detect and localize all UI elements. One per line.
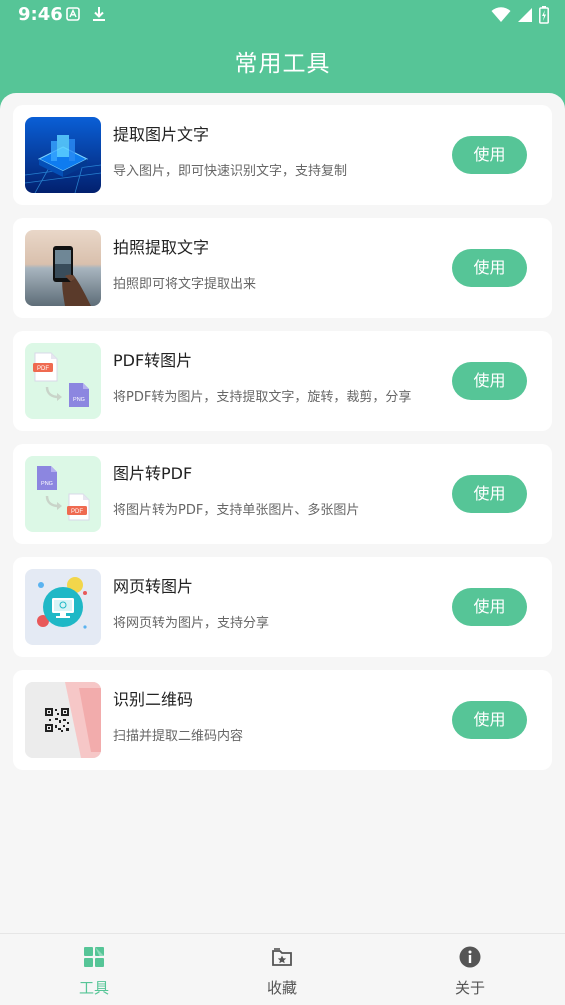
use-button[interactable]: 使用 [452, 362, 527, 400]
folder-star-icon [272, 948, 292, 966]
ai-chip-thumbnail [25, 117, 101, 193]
phone-photo-thumbnail [25, 230, 101, 306]
battery-icon [539, 6, 549, 24]
tool-title: 提取图片文字 [113, 125, 210, 144]
download-icon [93, 7, 105, 21]
nav-tab-favorites[interactable]: 收藏 [222, 934, 342, 1005]
tool-title: PDF转图片 [113, 351, 193, 370]
tool-card-webpage-to-image[interactable]: 网页转图片 将网页转为图片，支持分享 使用 [13, 557, 552, 657]
png-label: PNG [73, 397, 85, 403]
tool-description: 将图片转为PDF，支持单张图片、多张图片 [113, 503, 360, 518]
nav-tab-tools[interactable]: 工具 [34, 934, 154, 1005]
pdf-label: PDF [37, 366, 49, 372]
tools-panel: 提取图片文字 导入图片，即可快速识别文字，支持复制 使用 拍照提取文字 拍照即可… [0, 93, 565, 933]
webpage-thumbnail [25, 569, 101, 645]
keyboard-notification-icon [66, 7, 80, 21]
nav-label-tools: 工具 [78, 979, 109, 997]
tool-title: 拍照提取文字 [113, 238, 210, 257]
pdf-to-png-thumbnail: PDF PNG [25, 343, 101, 419]
tool-card-photo-extract-text[interactable]: 拍照提取文字 拍照即可将文字提取出来 使用 [13, 218, 552, 318]
tool-card-qr-code[interactable]: 识别二维码 扫描并提取二维码内容 使用 [13, 670, 552, 770]
qr-code-thumbnail [25, 682, 101, 758]
status-time: 9:46 [18, 4, 63, 25]
page-title: 常用工具 [234, 51, 331, 77]
tool-description: 导入图片，即可快速识别文字，支持复制 [113, 164, 348, 179]
tool-description: 扫描并提取二维码内容 [113, 729, 244, 744]
info-icon [459, 946, 481, 968]
tool-card-extract-image-text[interactable]: 提取图片文字 导入图片，即可快速识别文字，支持复制 使用 [13, 105, 552, 205]
tool-card-image-to-pdf[interactable]: PNG PDF 图片转PDF 将图片转为PDF，支持单张图片、多张图片 使用 [13, 444, 552, 544]
nav-label-favorites: 收藏 [266, 979, 297, 997]
signal-icon [518, 8, 532, 22]
tool-description: 将网页转为图片，支持分享 [113, 616, 270, 631]
tool-card-pdf-to-image[interactable]: PDF PNG PDF转图片 将PDF转为图片，支持提取文字，旋转，裁剪，分享 … [13, 331, 552, 431]
pdf-label: PDF [71, 509, 83, 515]
use-button[interactable]: 使用 [452, 475, 527, 513]
tool-title: 图片转PDF [113, 464, 193, 483]
tool-title: 识别二维码 [113, 690, 194, 709]
use-button[interactable]: 使用 [452, 588, 527, 626]
tool-description: 将PDF转为图片，支持提取文字，旋转，裁剪，分享 [113, 390, 412, 405]
use-button[interactable]: 使用 [452, 701, 527, 739]
nav-label-about: 关于 [454, 979, 485, 997]
nav-tab-about[interactable]: 关于 [410, 934, 530, 1005]
tool-description: 拍照即可将文字提取出来 [113, 277, 257, 292]
status-bar: 9:46 [0, 0, 565, 32]
tool-title: 网页转图片 [113, 577, 194, 596]
png-label: PNG [41, 481, 53, 487]
use-button[interactable]: 使用 [452, 249, 527, 287]
use-button[interactable]: 使用 [452, 136, 527, 174]
png-to-pdf-thumbnail: PNG PDF [25, 456, 101, 532]
wifi-icon [491, 7, 511, 22]
grid-icon [84, 947, 104, 967]
bottom-navigation: 工具 收藏 关于 [0, 933, 565, 1005]
